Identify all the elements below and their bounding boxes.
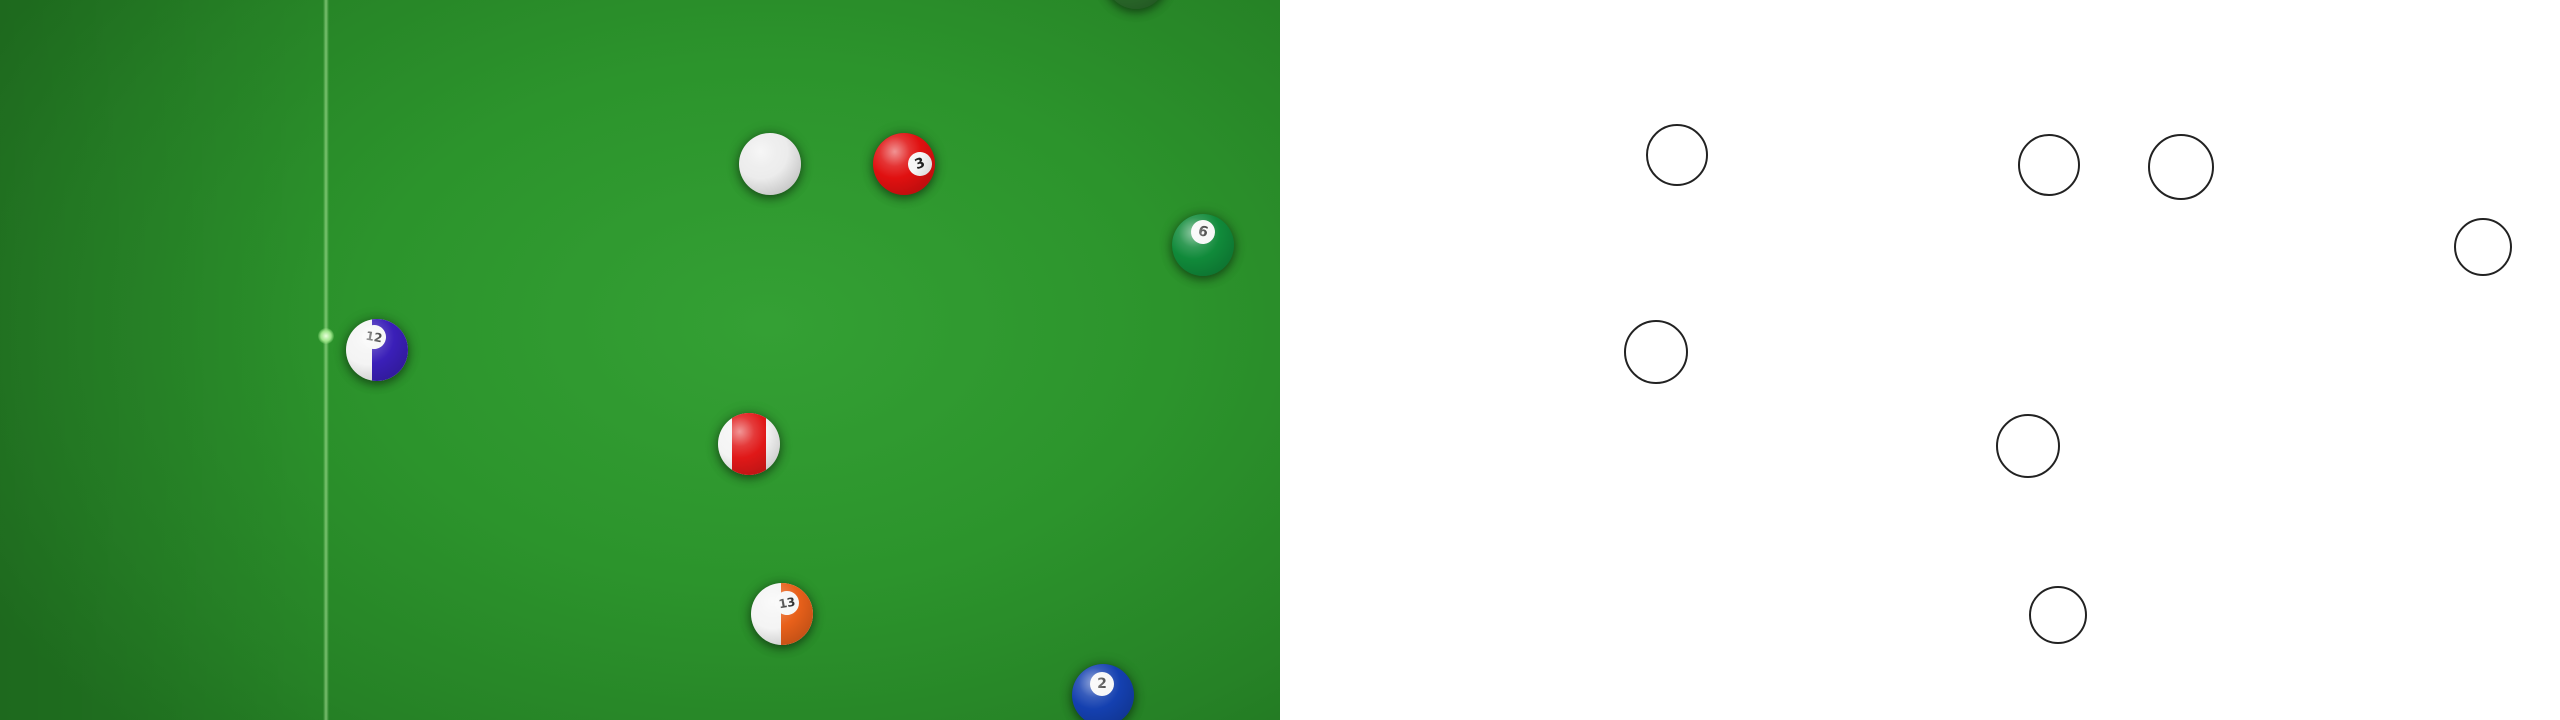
ball-partial-top[interactable] xyxy=(1105,0,1167,9)
ball-green-solid[interactable]: 6 xyxy=(1172,214,1234,276)
ball-blue-solid[interactable]: 2 xyxy=(1072,664,1134,720)
ball-red-solid[interactable]: 3 xyxy=(873,133,935,195)
outline-circle xyxy=(2148,134,2214,200)
outline-circle xyxy=(2018,134,2080,196)
head-string-line xyxy=(323,0,329,720)
outline-circle xyxy=(1624,320,1688,384)
ball-orange-stripe[interactable]: 13 xyxy=(751,583,813,645)
ball-red-stripe[interactable] xyxy=(718,413,780,475)
outline-circle xyxy=(1996,414,2060,478)
cue-ball[interactable] xyxy=(739,133,801,195)
head-spot-marker xyxy=(318,328,334,344)
ball-outline-view xyxy=(1280,0,2560,720)
outline-circle xyxy=(2454,218,2512,276)
pool-table-felt[interactable]: 3 6 12 13 2 xyxy=(0,0,1280,720)
outline-circle xyxy=(1646,124,1708,186)
ball-purple-stripe[interactable]: 12 xyxy=(346,319,408,381)
outline-circle xyxy=(2029,586,2087,644)
